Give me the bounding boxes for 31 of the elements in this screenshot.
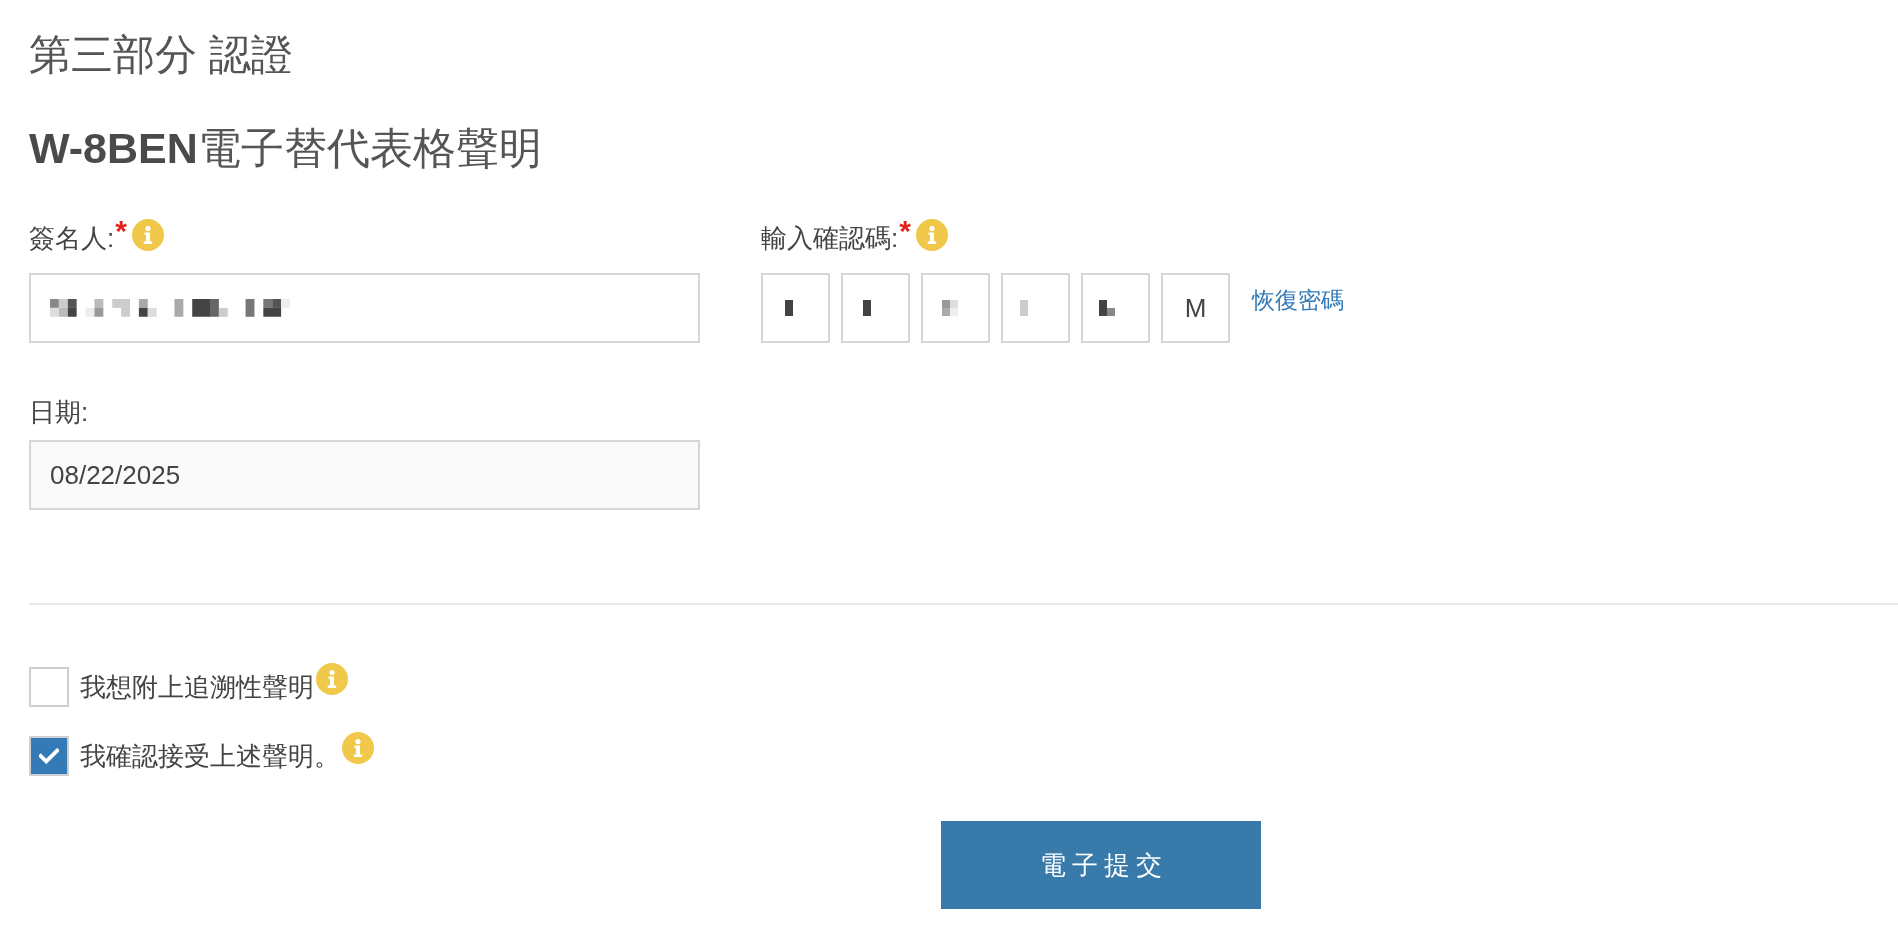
form-title: W-8BEN電子替代表格聲明 bbox=[29, 124, 542, 172]
field-label: 日期: bbox=[29, 397, 89, 427]
checkbox-label: 我確認接受上述聲明。 bbox=[80, 741, 340, 771]
code-input-field[interactable] bbox=[1001, 273, 1070, 343]
checkbox[interactable] bbox=[29, 736, 69, 776]
date-input-field[interactable]: 08/22/2025 bbox=[29, 440, 700, 510]
required-asterisk: * bbox=[899, 220, 911, 242]
code-input-field[interactable] bbox=[841, 273, 910, 343]
checkmark-icon bbox=[39, 748, 59, 764]
pixelated-character-drawing bbox=[1020, 300, 1028, 316]
pixelated-character-drawing bbox=[942, 300, 958, 316]
required-asterisk: * bbox=[115, 220, 127, 242]
recover-password-link[interactable]: 恢復密碼 bbox=[1252, 285, 1344, 315]
code-input-field[interactable] bbox=[761, 273, 830, 343]
pixelated-character-drawing bbox=[785, 300, 793, 316]
info-icon[interactable] bbox=[131, 219, 164, 251]
info-icon[interactable] bbox=[915, 219, 948, 251]
checkbox[interactable] bbox=[29, 667, 69, 707]
info-icon[interactable] bbox=[316, 663, 348, 695]
code-input-field[interactable] bbox=[921, 273, 990, 343]
code-input-field[interactable] bbox=[1081, 273, 1150, 343]
field-label: 輸入確認碼: bbox=[761, 223, 899, 253]
pixelated-character-drawing bbox=[863, 300, 871, 316]
checkbox-label: 我想附上追溯性聲明 bbox=[80, 672, 314, 702]
pixelated-character-drawing bbox=[1099, 300, 1115, 316]
submit-button[interactable]: 電子提交 bbox=[941, 821, 1261, 909]
code-input-field[interactable]: M bbox=[1161, 273, 1230, 343]
section-title: 第三部分 認證 bbox=[29, 31, 293, 79]
field-label: 簽名人: bbox=[29, 223, 115, 253]
info-icon[interactable] bbox=[342, 732, 374, 764]
signer-input-field[interactable] bbox=[29, 273, 700, 343]
